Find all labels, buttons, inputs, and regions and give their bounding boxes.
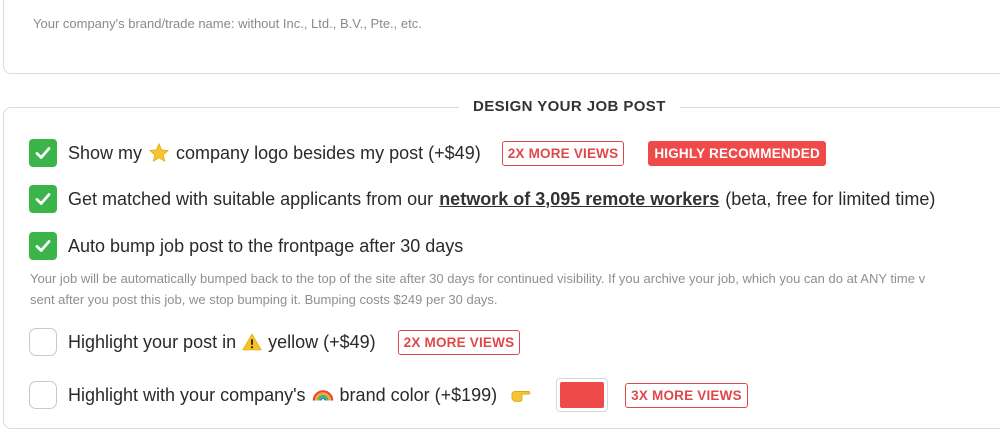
checkmark-icon bbox=[35, 147, 51, 159]
help-line-1: Your job will be automatically bumped ba… bbox=[30, 271, 926, 286]
option-label-after: (beta, free for limited time) bbox=[725, 188, 936, 209]
option-label-before: Show my bbox=[68, 142, 143, 163]
checkbox-unchecked[interactable] bbox=[29, 381, 57, 409]
star-icon bbox=[148, 142, 170, 164]
auto-bump-help-text: Your job will be automatically bumped ba… bbox=[30, 268, 1000, 310]
company-name-field[interactable] bbox=[3, 0, 1000, 74]
option-label-before: Highlight with your company's bbox=[68, 384, 306, 405]
option-company-logo[interactable]: Show my company logo besides my post (+$… bbox=[29, 139, 826, 167]
badge-2x-more-views: 2X MORE VIEWS bbox=[397, 329, 521, 355]
checkmark-icon bbox=[35, 240, 51, 252]
pointing-hand-icon bbox=[511, 387, 533, 403]
badge-2x-more-views: 2X MORE VIEWS bbox=[501, 140, 625, 166]
brand-color-picker[interactable] bbox=[556, 378, 609, 412]
checkbox-checked[interactable] bbox=[29, 185, 57, 213]
option-label-after: yellow (+$49) bbox=[268, 331, 376, 352]
help-line-2: sent after you post this job, we stop bu… bbox=[30, 292, 498, 307]
option-label-after: company logo besides my post (+$49) bbox=[176, 142, 481, 163]
checkbox-checked[interactable] bbox=[29, 232, 57, 260]
checkmark-icon bbox=[35, 193, 51, 205]
option-label-before: Highlight your post in bbox=[68, 331, 237, 352]
option-label-after: brand color (+$199) bbox=[339, 384, 498, 405]
option-network-matching[interactable]: Get matched with suitable applicants fro… bbox=[29, 185, 935, 213]
rainbow-icon bbox=[312, 385, 334, 405]
option-auto-bump[interactable]: Auto bump job post to the frontpage afte… bbox=[29, 232, 463, 260]
brand-color-fill bbox=[560, 382, 605, 408]
checkbox-unchecked[interactable] bbox=[29, 328, 57, 356]
checkbox-checked[interactable] bbox=[29, 139, 57, 167]
option-highlight-yellow[interactable]: Highlight your post in yellow (+$49) 2X … bbox=[29, 328, 521, 356]
option-label-before: Get matched with suitable applicants fro… bbox=[68, 188, 434, 209]
network-link[interactable]: network of 3,095 remote workers bbox=[439, 189, 719, 210]
option-label: Auto bump job post to the frontpage afte… bbox=[68, 235, 464, 256]
warning-icon bbox=[242, 332, 262, 352]
badge-highly-recommended: HIGHLY RECOMMENDED bbox=[648, 140, 826, 166]
option-brand-color[interactable]: Highlight with your company's brand colo… bbox=[29, 378, 748, 412]
company-name-hint: Your company's brand/trade name: without… bbox=[33, 16, 422, 31]
section-title: DESIGN YOUR JOB POST bbox=[459, 98, 680, 115]
